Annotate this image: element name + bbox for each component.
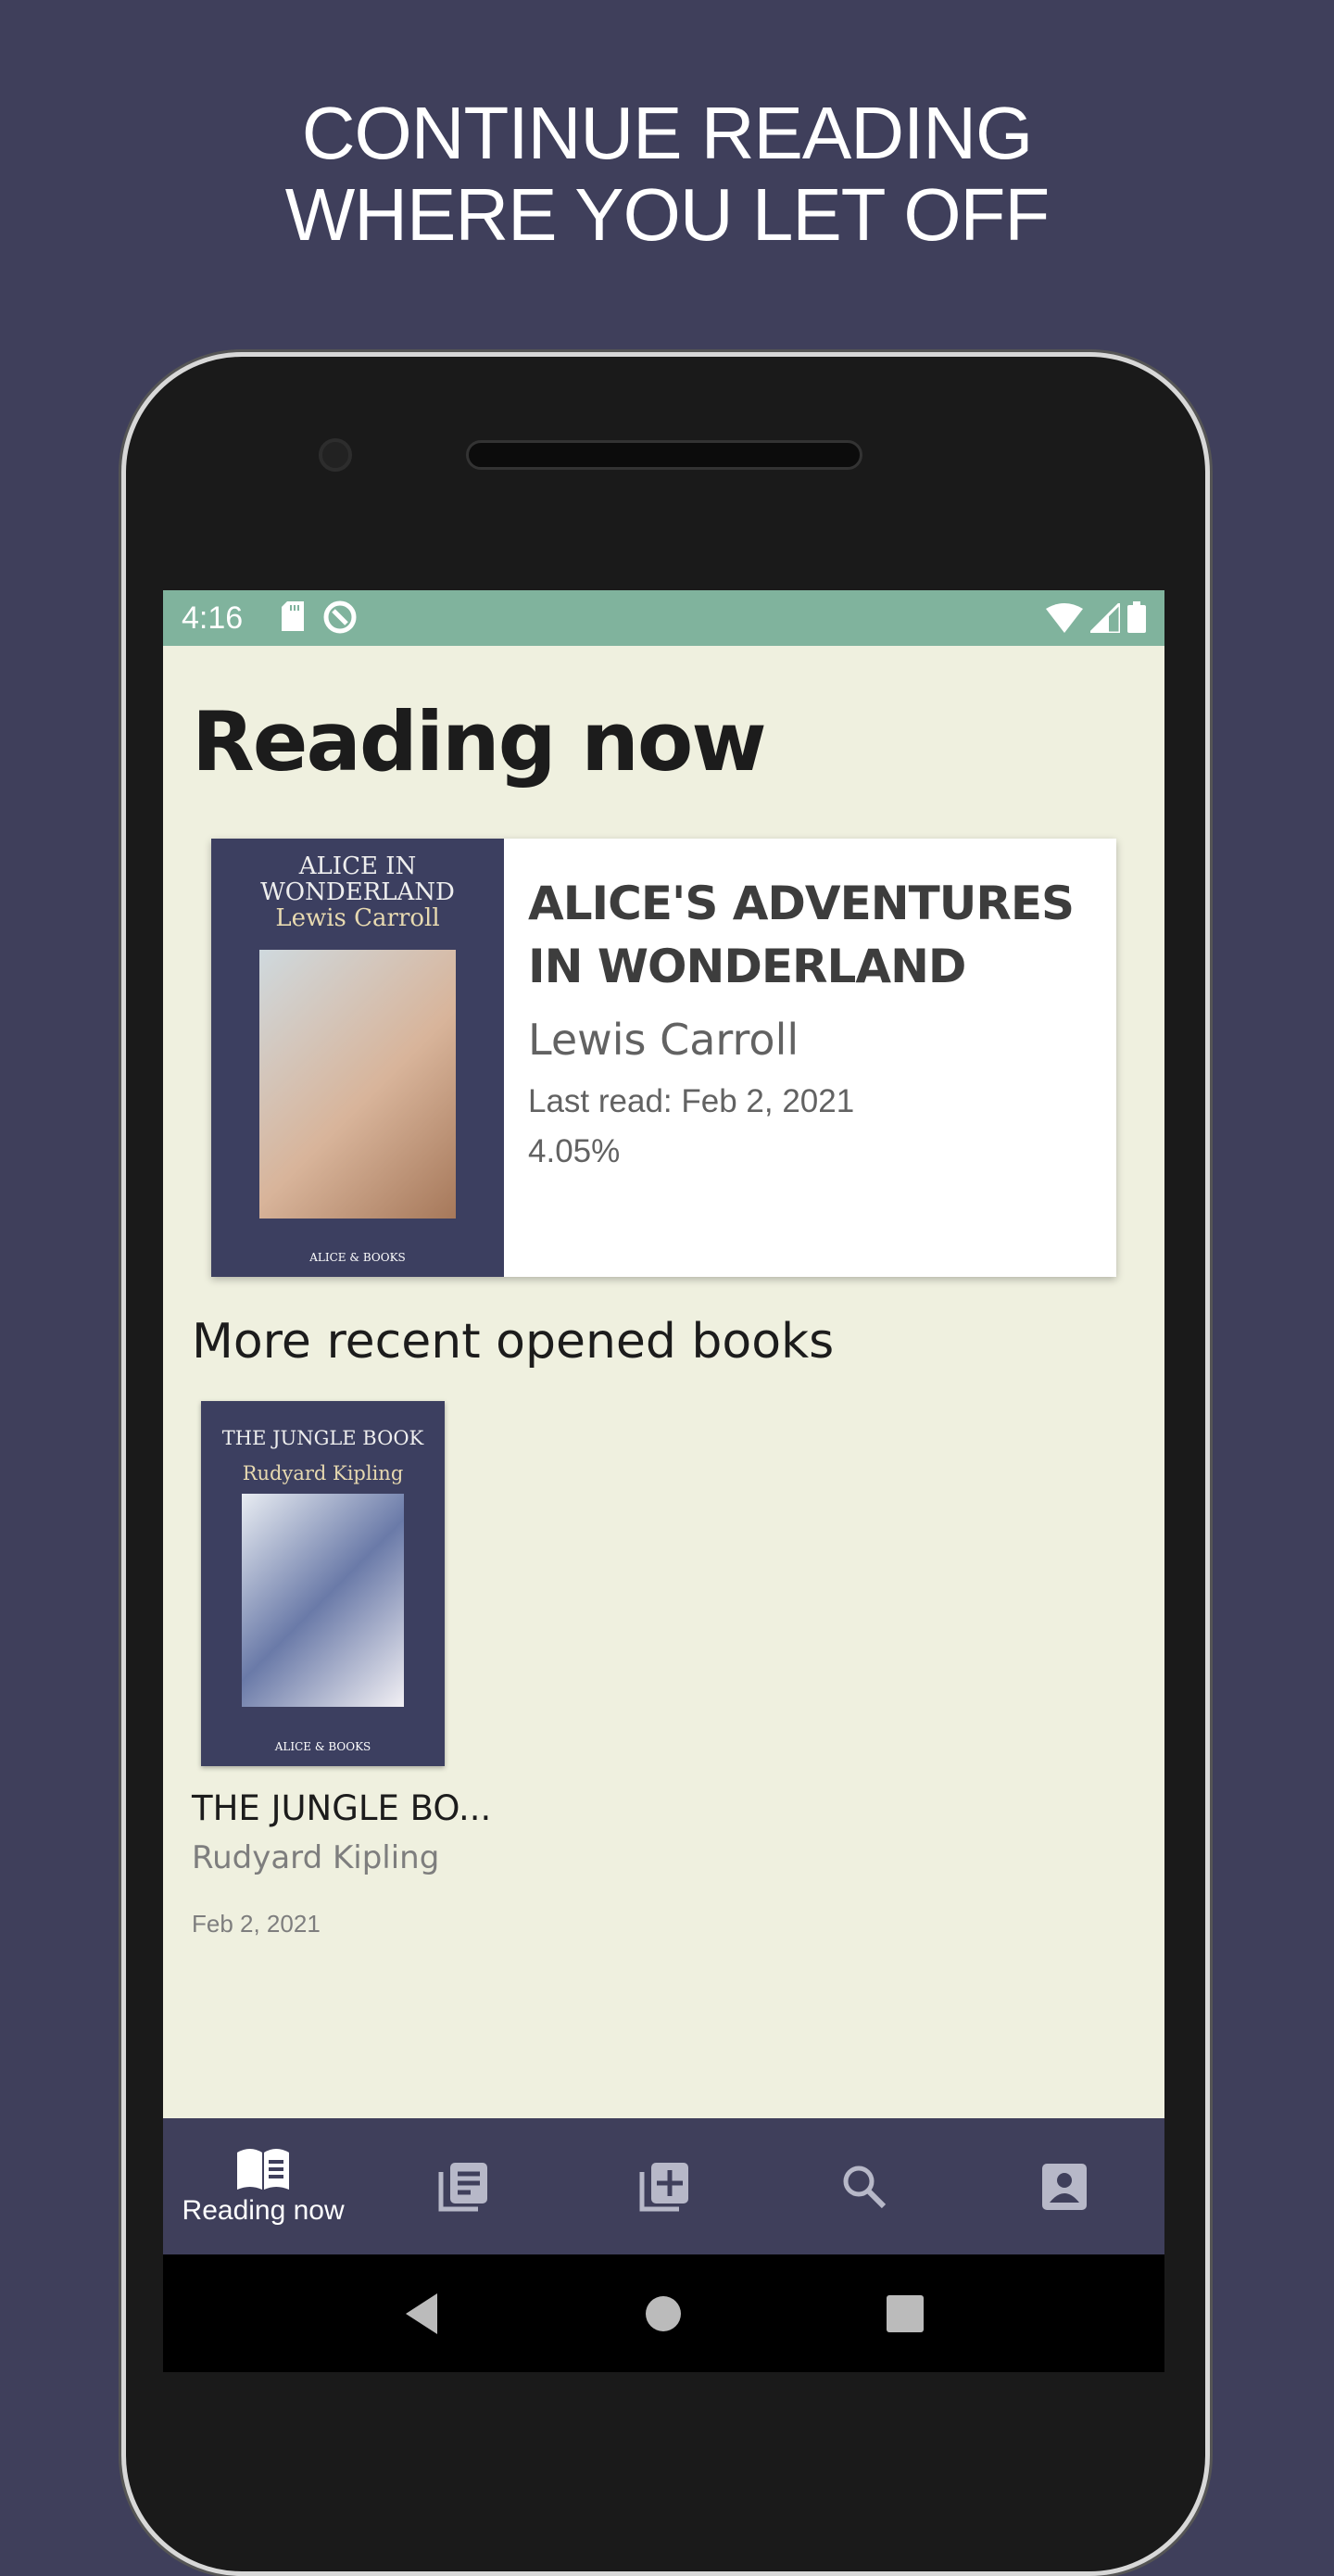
app-screen: 4:16 Reading now ALICE IN WONDERLAND Lew… xyxy=(163,590,1164,2372)
camera-icon xyxy=(319,438,352,472)
wifi-icon xyxy=(1046,603,1083,633)
reading-progress: 4.05% xyxy=(528,1133,621,1169)
nav-library[interactable] xyxy=(363,2118,563,2254)
recent-books-heading: More recent opened books xyxy=(192,1314,835,1370)
add-library-icon xyxy=(639,2162,688,2211)
book-title: ALICE'S ADVENTURES IN WONDERLAND xyxy=(528,877,1075,993)
page-title: Reading now xyxy=(192,694,767,789)
publisher-logo: ALICE & BOOKS xyxy=(274,1740,371,1753)
cover-title: ALICE IN xyxy=(298,852,417,880)
cover-title: THE JUNGLE BOOK xyxy=(221,1427,424,1449)
cover-illustration xyxy=(242,1494,404,1707)
status-time: 4:16 xyxy=(182,600,244,636)
nav-add-book[interactable] xyxy=(563,2118,763,2254)
home-icon[interactable] xyxy=(645,2295,682,2332)
cover-author: Lewis Carroll xyxy=(275,904,440,932)
speaker-grille xyxy=(466,440,862,470)
current-book-card[interactable]: ALICE IN WONDERLAND Lewis Carroll ALICE … xyxy=(211,839,1116,1277)
system-navigation-bar xyxy=(163,2254,1164,2372)
sd-card-icon xyxy=(282,601,304,631)
sync-icon xyxy=(323,600,357,634)
search-icon xyxy=(843,2166,886,2208)
cover-author: Rudyard Kipling xyxy=(242,1462,404,1484)
book-cover-alice: ALICE IN WONDERLAND Lewis Carroll ALICE … xyxy=(211,839,504,1277)
book-cover-jungle-book[interactable]: THE JUNGLE BOOK Rudyard Kipling ALICE & … xyxy=(201,1401,445,1766)
recent-book-title[interactable]: THE JUNGLE BO... xyxy=(192,1788,491,1828)
nav-account[interactable] xyxy=(964,2118,1164,2254)
nav-reading-now[interactable]: Reading now xyxy=(163,2118,363,2254)
headline-line-2: WHERE YOU LET OFF xyxy=(284,173,1051,256)
publisher-logo: ALICE & BOOKS xyxy=(309,1251,406,1264)
back-icon[interactable] xyxy=(404,2292,441,2334)
nav-label: Reading now xyxy=(182,2194,345,2226)
cover-illustration xyxy=(259,950,456,1219)
recent-book-author: Rudyard Kipling xyxy=(192,1839,440,1876)
battery-icon xyxy=(1127,601,1146,633)
open-book-icon xyxy=(237,2148,290,2190)
cover-title: WONDERLAND xyxy=(260,878,455,906)
book-author: Lewis Carroll xyxy=(528,1015,799,1065)
status-bar: 4:16 xyxy=(163,590,1164,646)
signal-icon xyxy=(1090,603,1120,633)
recents-icon[interactable] xyxy=(886,2294,924,2332)
account-icon xyxy=(1041,2163,1087,2210)
headline-line-1: CONTINUE READING xyxy=(301,92,1034,174)
bottom-navigation: Reading now xyxy=(163,2118,1164,2254)
library-icon xyxy=(438,2162,488,2211)
recent-book-date: Feb 2, 2021 xyxy=(192,1910,321,1938)
last-read-date: Last read: Feb 2, 2021 xyxy=(528,1083,855,1119)
nav-search[interactable] xyxy=(764,2118,964,2254)
promo-headline: CONTINUE READING WHERE YOU LET OFF xyxy=(0,93,1334,256)
